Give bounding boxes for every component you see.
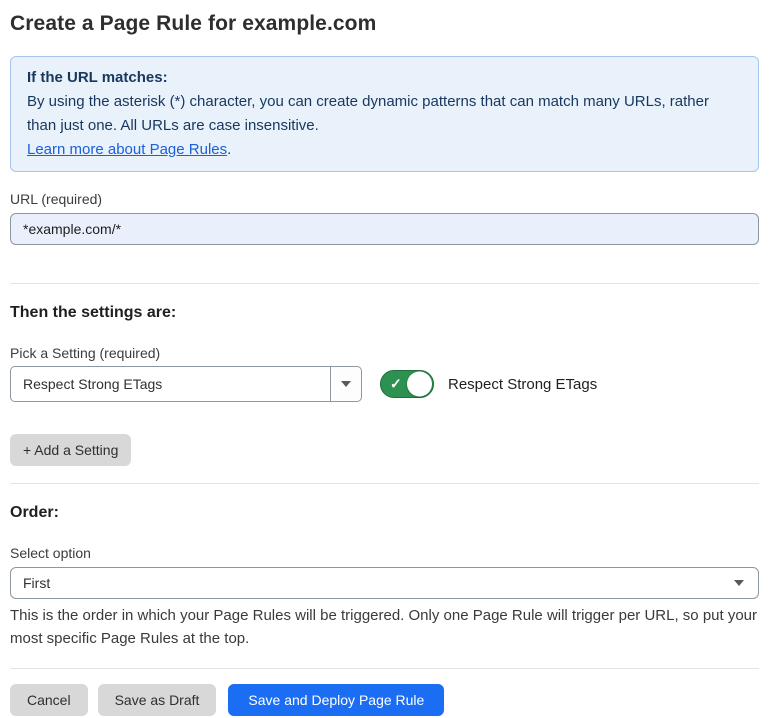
info-box-heading: If the URL matches:	[27, 66, 742, 90]
learn-more-link[interactable]: Learn more about Page Rules	[27, 141, 227, 158]
order-description: This is the order in which your Page Rul…	[10, 604, 759, 650]
toggle-knob	[407, 372, 432, 397]
url-field-label: URL (required)	[10, 191, 759, 207]
setting-select-value: Respect Strong ETags	[11, 367, 330, 401]
page-title: Create a Page Rule for example.com	[10, 12, 759, 36]
link-suffix: .	[227, 141, 231, 158]
chevron-down-icon	[341, 381, 351, 387]
info-box-link-line: Learn more about Page Rules.	[27, 138, 742, 162]
setting-select[interactable]: Respect Strong ETags	[10, 366, 362, 402]
check-icon: ✓	[390, 377, 402, 391]
order-select-value: First	[23, 575, 734, 591]
url-match-info-box: If the URL matches: By using the asteris…	[10, 56, 759, 172]
divider-settings-order	[10, 483, 759, 484]
settings-section-heading: Then the settings are:	[10, 304, 759, 322]
setting-row: Respect Strong ETags ✓ Respect Strong ET…	[10, 366, 759, 402]
url-input[interactable]	[10, 213, 759, 245]
divider-url-settings	[10, 283, 759, 284]
action-bar: Cancel Save as Draft Save and Deploy Pag…	[10, 684, 759, 716]
chevron-down-icon	[734, 580, 744, 586]
order-select[interactable]: First	[10, 567, 759, 599]
add-setting-button[interactable]: + Add a Setting	[10, 434, 131, 466]
toggle-label: Respect Strong ETags	[448, 376, 597, 393]
save-deploy-button[interactable]: Save and Deploy Page Rule	[228, 684, 444, 716]
save-draft-button[interactable]: Save as Draft	[98, 684, 217, 716]
setting-select-arrow-button[interactable]	[330, 367, 361, 401]
cancel-button[interactable]: Cancel	[10, 684, 88, 716]
pick-setting-label: Pick a Setting (required)	[10, 345, 759, 361]
respect-strong-etags-toggle[interactable]: ✓	[380, 370, 434, 398]
order-select-label: Select option	[10, 545, 759, 561]
order-section-heading: Order:	[10, 504, 759, 522]
divider-actions	[10, 668, 759, 669]
info-box-body: By using the asterisk (*) character, you…	[27, 90, 742, 138]
